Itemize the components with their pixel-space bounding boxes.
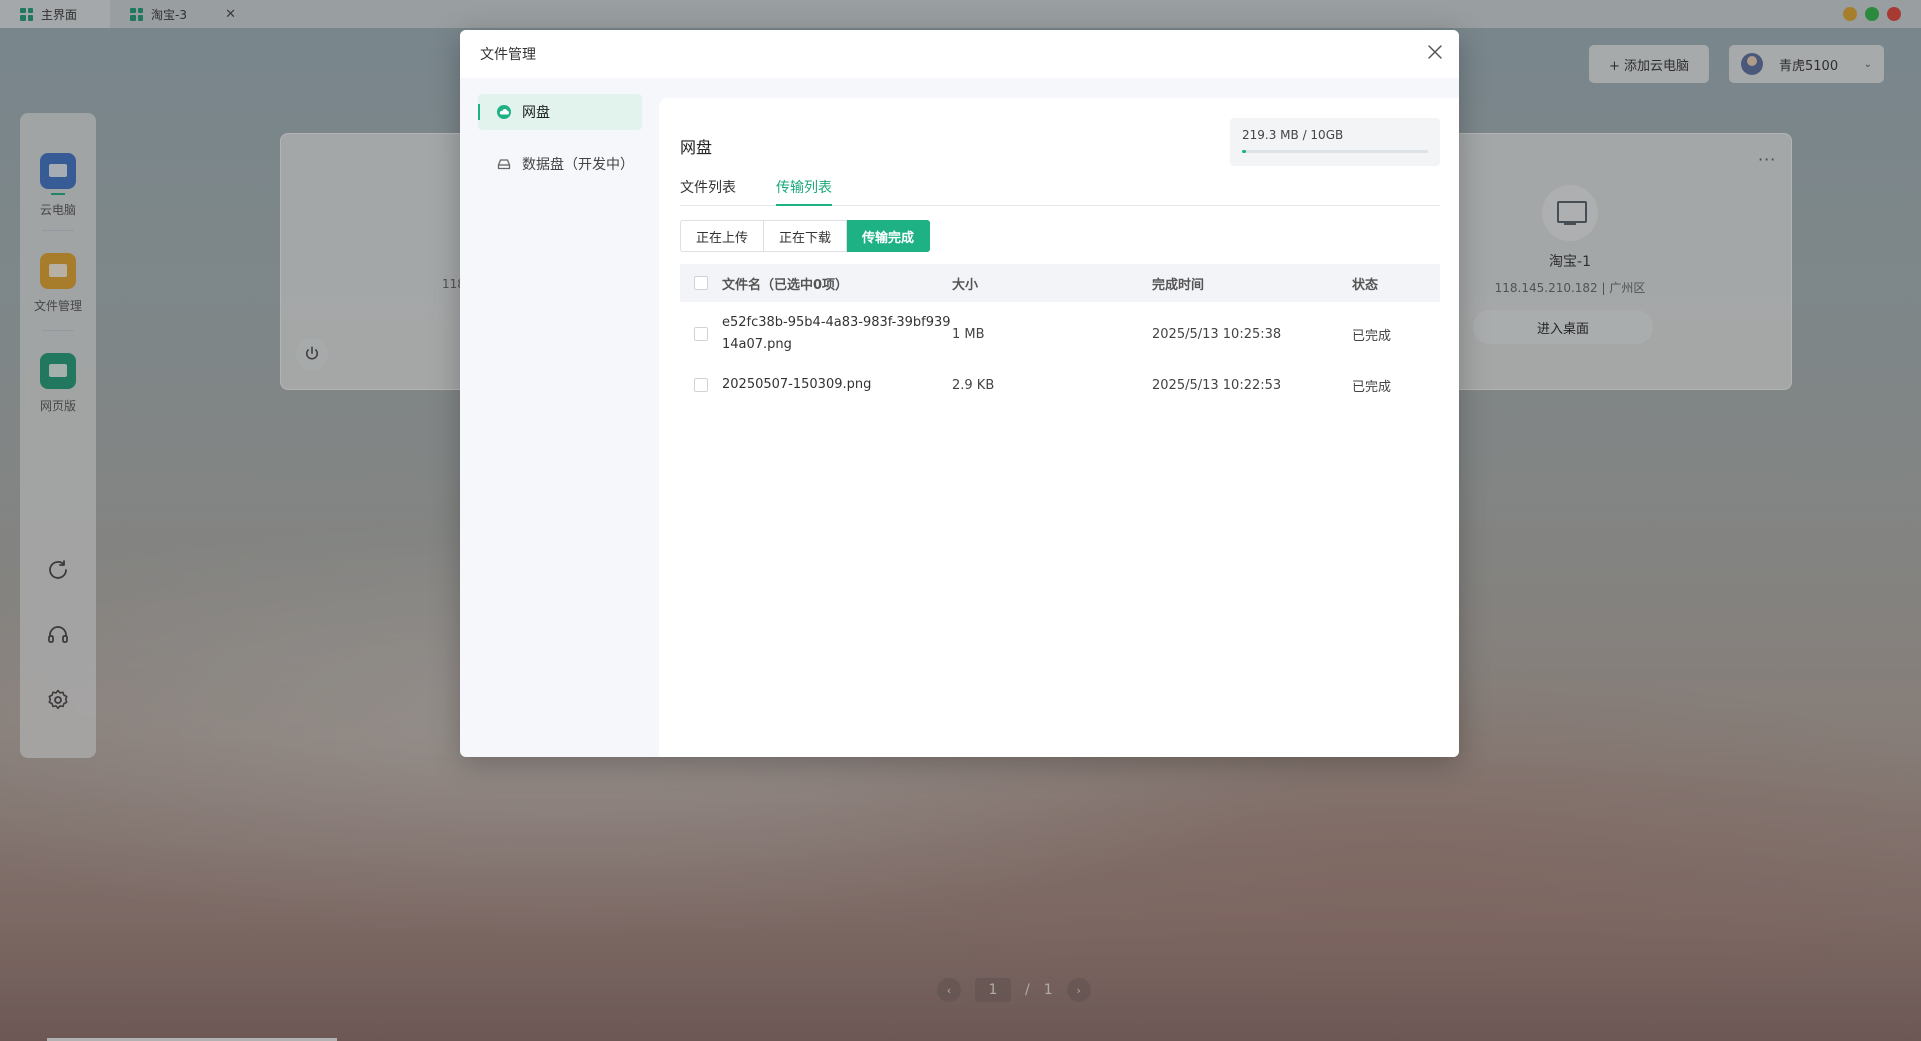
file-size: 1 MB <box>952 326 985 342</box>
nav-item-data-disk[interactable]: 数据盘（开发中） <box>478 146 642 182</box>
tab-transfer-list[interactable]: 传输列表 <box>776 168 832 206</box>
row-checkbox[interactable] <box>694 378 708 392</box>
transfer-filter: 正在上传 正在下载 传输完成 <box>680 220 931 252</box>
cloud-icon <box>497 105 511 119</box>
storage-progress-track <box>1242 150 1428 153</box>
close-icon[interactable] <box>1425 42 1445 62</box>
cloud-drive-panel: 网盘 219.3 MB / 10GB 文件列表 传输列表 正在上传 正在下载 传… <box>659 98 1459 757</box>
dialog-nav: 网盘 数据盘（开发中） <box>478 94 642 198</box>
nav-item-cloud-drive[interactable]: 网盘 <box>478 94 642 130</box>
transfer-status: 已完成 <box>1352 328 1392 344</box>
storage-usage-text: 219.3 MB / 10GB <box>1242 128 1344 142</box>
file-size: 2.9 KB <box>952 377 995 393</box>
table-row[interactable]: 20250507-150309.png 2.9 KB 2025/5/13 10:… <box>680 366 1440 404</box>
filter-uploading[interactable]: 正在上传 <box>680 220 765 252</box>
table-row[interactable]: e52fc38b-95b4-4a83-983f-39bf93914a07.png… <box>680 302 1440 366</box>
disk-icon <box>497 159 511 170</box>
nav-item-label: 网盘 <box>522 105 550 121</box>
table-header: 文件名（已选中0项） 大小 完成时间 状态 <box>680 264 1440 302</box>
tab-file-list[interactable]: 文件列表 <box>680 168 736 205</box>
transfer-table: 文件名（已选中0项） 大小 完成时间 状态 e52fc38b-95b4-4a83… <box>680 264 1440 404</box>
completed-time: 2025/5/13 10:22:53 <box>1152 377 1282 393</box>
file-name: 20250507-150309.png <box>722 377 872 392</box>
select-all-checkbox[interactable] <box>694 276 708 290</box>
storage-quota: 219.3 MB / 10GB <box>1230 118 1440 166</box>
column-header-size: 大小 <box>952 277 979 293</box>
row-checkbox[interactable] <box>694 327 708 341</box>
storage-progress-fill <box>1242 150 1246 153</box>
dialog-title: 文件管理 <box>480 47 536 63</box>
filter-downloading[interactable]: 正在下载 <box>764 220 848 252</box>
dialog-header: 文件管理 <box>460 30 1459 78</box>
panel-tabs: 文件列表 传输列表 <box>680 168 1440 206</box>
completed-time: 2025/5/13 10:25:38 <box>1152 326 1282 342</box>
panel-title: 网盘 <box>680 138 713 157</box>
column-header-name: 文件名（已选中0项） <box>722 277 849 293</box>
filter-completed[interactable]: 传输完成 <box>847 220 931 252</box>
column-header-status: 状态 <box>1352 277 1379 293</box>
column-header-time: 完成时间 <box>1152 277 1205 293</box>
nav-item-label: 数据盘（开发中） <box>522 157 634 173</box>
transfer-status: 已完成 <box>1352 379 1392 395</box>
file-name: e52fc38b-95b4-4a83-983f-39bf93914a07.png <box>722 315 951 352</box>
file-manager-dialog: 文件管理 网盘 数据盘（开发中） 网盘 219.3 MB / 10GB 文件列表… <box>460 30 1459 757</box>
